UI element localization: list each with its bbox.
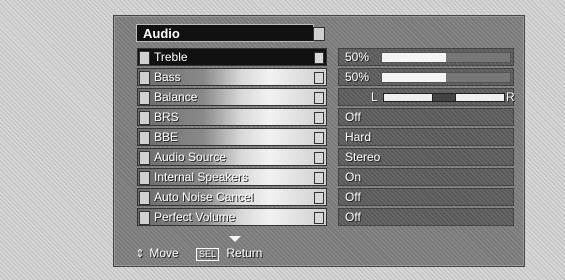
menu-item-label: Treble bbox=[154, 50, 188, 64]
item-right-cap bbox=[314, 212, 324, 224]
treble-value[interactable]: 50% bbox=[338, 48, 514, 66]
item-left-cap bbox=[139, 191, 150, 205]
item-right-cap bbox=[314, 132, 324, 144]
up-down-arrow-icon: ⇕ bbox=[135, 248, 145, 260]
audio-menu-panel: Audio Treble 50% Bass 50% Balance L R BR… bbox=[113, 15, 525, 267]
bass-percent: 50% bbox=[345, 70, 370, 84]
balance-knob[interactable] bbox=[432, 93, 456, 102]
brs-value[interactable]: Off bbox=[338, 108, 514, 126]
item-right-cap bbox=[314, 172, 324, 184]
bass-value[interactable]: 50% bbox=[338, 68, 514, 86]
brs-value-text: Off bbox=[345, 110, 361, 124]
bass-level-bar[interactable] bbox=[381, 72, 511, 83]
bbe-value[interactable]: Hard bbox=[338, 128, 514, 146]
item-left-cap bbox=[139, 211, 150, 225]
audio-source-value[interactable]: Stereo bbox=[338, 148, 514, 166]
menu-item-label: Audio Source bbox=[154, 150, 227, 164]
menu-item-label: BBE bbox=[154, 130, 179, 144]
internal-speakers-value-text: On bbox=[345, 170, 362, 184]
item-right-cap bbox=[314, 152, 324, 164]
internal-speakers-value[interactable]: On bbox=[338, 168, 514, 186]
menu-item-label: BRS bbox=[154, 110, 179, 124]
balance-slider[interactable] bbox=[383, 93, 505, 102]
menu-item-bbe[interactable]: BBE bbox=[137, 128, 327, 146]
treble-level-bar[interactable] bbox=[381, 52, 511, 63]
item-right-cap bbox=[314, 192, 324, 204]
audio-source-value-text: Stereo bbox=[345, 150, 381, 164]
perfect-volume-value[interactable]: Off bbox=[338, 208, 514, 226]
menu-item-auto-noise-cancel[interactable]: Auto Noise Cancel bbox=[137, 188, 327, 206]
menu-item-label: Bass bbox=[154, 70, 181, 84]
menu-item-balance[interactable]: Balance bbox=[137, 88, 327, 106]
item-left-cap bbox=[139, 51, 150, 65]
move-label: Move bbox=[149, 246, 179, 260]
item-left-cap bbox=[139, 71, 150, 85]
item-right-cap bbox=[314, 112, 324, 124]
return-label: Return bbox=[226, 246, 263, 260]
perfect-volume-value-text: Off bbox=[345, 210, 361, 224]
bbe-value-text: Hard bbox=[345, 130, 372, 144]
item-right-cap bbox=[314, 72, 324, 84]
menu-item-internal-speakers[interactable]: Internal Speakers bbox=[137, 168, 327, 186]
sel-key-icon: SEL bbox=[196, 248, 220, 261]
menu-item-label: Auto Noise Cancel bbox=[154, 190, 254, 204]
menu-item-brs[interactable]: BRS bbox=[137, 108, 327, 126]
menu-item-treble[interactable]: Treble bbox=[137, 48, 327, 66]
menu-title: Audio bbox=[136, 24, 325, 42]
balance-right-label: R bbox=[506, 90, 515, 104]
menu-item-bass[interactable]: Bass bbox=[137, 68, 327, 86]
footer-help: ⇕ Move SEL Return bbox=[134, 246, 262, 261]
auto-noise-cancel-value[interactable]: Off bbox=[338, 188, 514, 206]
item-right-cap bbox=[314, 52, 324, 64]
item-right-cap bbox=[314, 92, 324, 104]
item-left-cap bbox=[139, 171, 150, 185]
item-left-cap bbox=[139, 131, 150, 145]
menu-item-perfect-volume[interactable]: Perfect Volume bbox=[137, 208, 327, 226]
menu-item-label: Perfect Volume bbox=[154, 210, 236, 224]
title-end-cap bbox=[313, 27, 325, 41]
treble-level-fill bbox=[382, 53, 446, 62]
menu-item-label: Internal Speakers bbox=[154, 170, 249, 184]
menu-item-label: Balance bbox=[154, 90, 198, 104]
balance-left-label: L bbox=[371, 90, 378, 104]
treble-percent: 50% bbox=[345, 50, 370, 64]
item-left-cap bbox=[139, 111, 150, 125]
menu-title-text: Audio bbox=[143, 26, 180, 41]
item-left-cap bbox=[139, 91, 150, 105]
bass-level-fill bbox=[382, 73, 446, 82]
scroll-down-arrow-icon[interactable] bbox=[229, 236, 241, 242]
item-left-cap bbox=[139, 151, 150, 165]
balance-value[interactable]: L R bbox=[338, 88, 515, 106]
menu-item-audio-source[interactable]: Audio Source bbox=[137, 148, 327, 166]
auto-noise-cancel-value-text: Off bbox=[345, 190, 361, 204]
